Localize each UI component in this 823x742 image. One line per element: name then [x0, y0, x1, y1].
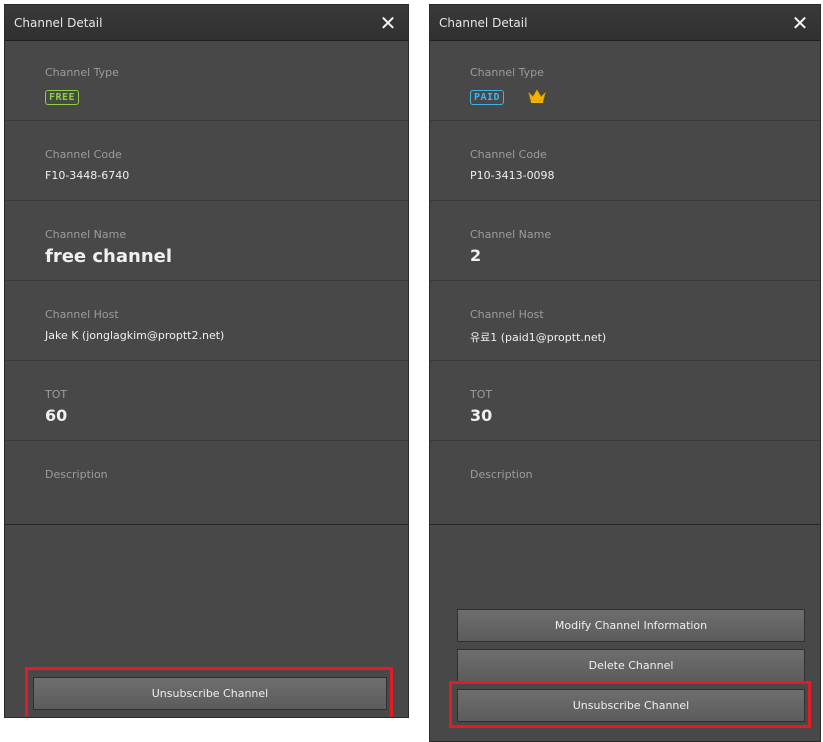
- title-bar: Channel Detail ✕: [5, 5, 408, 41]
- channel-name-value: 2: [470, 246, 482, 265]
- channel-code-section: Channel Code P10-3413-0098: [430, 121, 820, 201]
- panel-title: Channel Detail: [14, 15, 103, 30]
- panel-title: Channel Detail: [439, 15, 528, 30]
- unsubscribe-channel-button[interactable]: Unsubscribe Channel: [33, 677, 387, 710]
- channel-code-label: Channel Code: [470, 148, 547, 161]
- channel-type-section: Channel Type FREE: [5, 41, 408, 121]
- tot-value: 60: [45, 406, 68, 425]
- channel-detail-panel-paid: Channel Detail ✕ Channel Type PAID Chann…: [429, 4, 821, 742]
- channel-code-label: Channel Code: [45, 148, 122, 161]
- close-icon[interactable]: ✕: [378, 13, 398, 33]
- delete-channel-button[interactable]: Delete Channel: [457, 649, 805, 682]
- description-section: Description: [5, 441, 408, 525]
- channel-name-section: Channel Name 2: [430, 201, 820, 281]
- channel-host-label: Channel Host: [470, 308, 544, 321]
- channel-host-value: 유료1 (paid1@proptt.net): [470, 331, 607, 344]
- channel-host-label: Channel Host: [45, 308, 119, 321]
- paid-badge: PAID: [470, 90, 505, 105]
- unsubscribe-channel-button[interactable]: Unsubscribe Channel: [457, 689, 805, 722]
- tot-value: 30: [470, 406, 493, 425]
- channel-detail-panel-free: Channel Detail ✕ Channel Type FREE Chann…: [4, 4, 409, 718]
- description-section: Description: [430, 441, 820, 525]
- channel-host-section: Channel Host Jake K (jonglagkim@proptt2.…: [5, 281, 408, 361]
- title-bar: Channel Detail ✕: [430, 5, 820, 41]
- channel-name-label: Channel Name: [470, 228, 552, 241]
- channel-type-label: Channel Type: [470, 66, 544, 79]
- channel-host-section: Channel Host 유료1 (paid1@proptt.net): [430, 281, 820, 361]
- channel-host-value: Jake K (jonglagkim@proptt2.net): [45, 329, 225, 342]
- close-icon[interactable]: ✕: [790, 13, 810, 33]
- channel-type-section: Channel Type PAID: [430, 41, 820, 121]
- channel-code-value: F10-3448-6740: [45, 169, 130, 182]
- channel-code-section: Channel Code F10-3448-6740: [5, 121, 408, 201]
- description-label: Description: [470, 468, 533, 481]
- channel-name-label: Channel Name: [45, 228, 127, 241]
- tot-section: TOT 60: [5, 361, 408, 441]
- channel-code-value: P10-3413-0098: [470, 169, 555, 182]
- tot-label: TOT: [470, 388, 493, 401]
- modify-channel-information-button[interactable]: Modify Channel Information: [457, 609, 805, 642]
- tot-section: TOT 30: [430, 361, 820, 441]
- description-label: Description: [45, 468, 108, 481]
- channel-name-section: Channel Name free channel: [5, 201, 408, 281]
- free-badge: FREE: [45, 90, 80, 105]
- channel-type-label: Channel Type: [45, 66, 119, 79]
- channel-name-value: free channel: [45, 246, 173, 267]
- crown-icon: [528, 89, 546, 103]
- tot-label: TOT: [45, 388, 68, 401]
